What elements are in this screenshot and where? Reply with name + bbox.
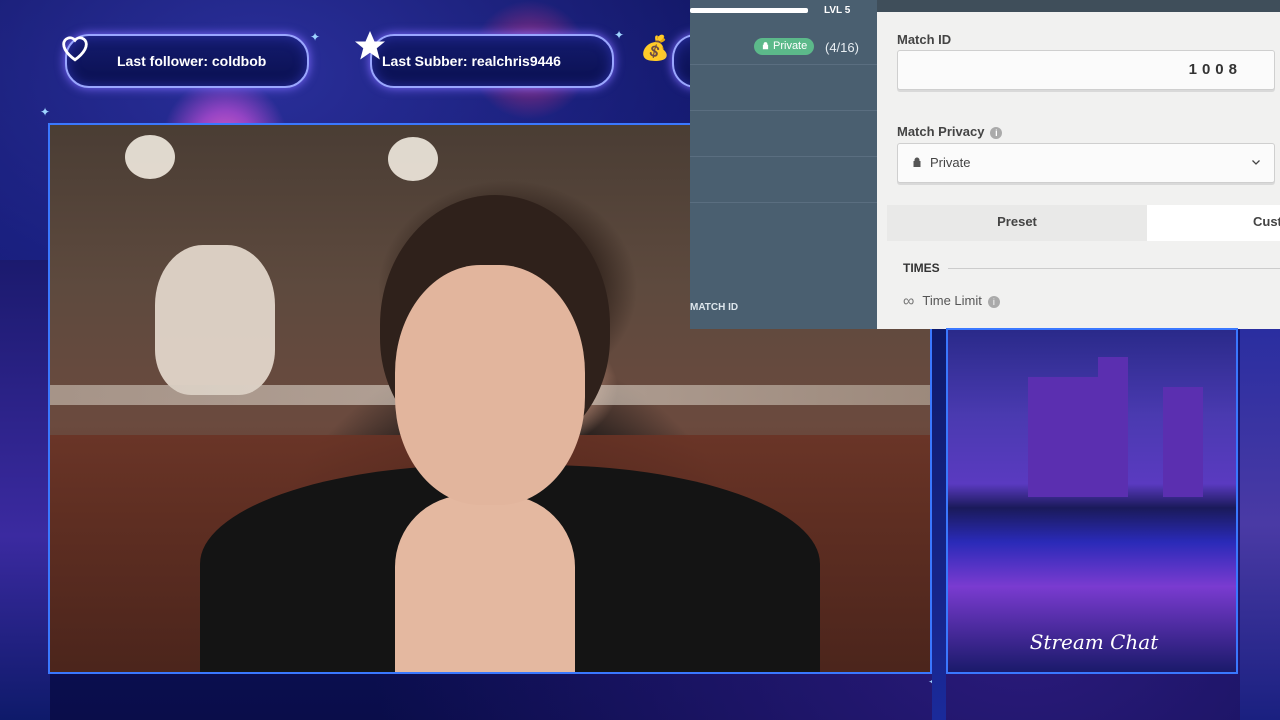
last-subber-banner: Last Subber: realchris9446 (370, 34, 614, 88)
last-subber-text: Last Subber: realchris9446 (382, 53, 561, 69)
star-icon (355, 31, 385, 60)
preset-tabs: Preset Cust (887, 205, 1280, 241)
streamer-chest (395, 495, 575, 672)
game-settings-panel: LVL 5 Private (4/16) MATCH ID Match ID 1… (690, 0, 1280, 329)
times-section-heading: TIMES (903, 261, 940, 275)
match-privacy-label-text: Match Privacy (897, 124, 985, 139)
lobby-row[interactable] (690, 156, 877, 203)
city-backdrop-left (0, 260, 50, 720)
private-badge-label: Private (773, 40, 808, 52)
stream-chat-title: Stream Chat (1029, 630, 1159, 654)
match-privacy-value: Private (930, 155, 971, 170)
level-label: LVL 5 (824, 5, 851, 16)
lobby-row[interactable] (690, 64, 877, 111)
private-badge: Private (754, 38, 815, 55)
match-id-column-label: MATCH ID (690, 302, 739, 313)
lobby-row[interactable] (690, 110, 877, 157)
match-id-field[interactable]: 1008 (897, 50, 1275, 90)
last-follower-text: Last follower: coldbob (117, 53, 267, 69)
info-icon[interactable]: i (987, 295, 1000, 308)
skyline-building (1163, 387, 1203, 497)
match-privacy-select[interactable]: Private (897, 143, 1275, 183)
match-id-value: 1008 (1188, 61, 1242, 78)
section-divider (948, 268, 1280, 269)
moneybag-icon: 💰 (640, 35, 670, 62)
last-follower-banner: Last follower: coldbob (65, 34, 309, 88)
lobby-list: LVL 5 Private (4/16) MATCH ID (690, 0, 877, 329)
panel-topbar (877, 0, 1280, 12)
vase (155, 245, 275, 395)
match-privacy-label: Match Privacy i (897, 124, 1003, 139)
lock-icon (762, 42, 769, 50)
city-backdrop-right (1240, 329, 1280, 720)
skyline-building (1098, 357, 1128, 497)
match-id-label: Match ID (897, 32, 952, 47)
skyline-building (1028, 377, 1098, 497)
streamer-face (395, 265, 585, 505)
stream-chat-box: Stream Chat (946, 328, 1238, 674)
time-limit-label: Time Limit (922, 293, 982, 308)
lobby-player-count: (4/16) (825, 40, 859, 55)
lock-icon (913, 157, 921, 167)
tab-preset[interactable]: Preset (887, 205, 1147, 241)
city-backdrop-strip (932, 329, 946, 720)
pendant-lamp (388, 137, 438, 181)
infinity-icon: ∞ (903, 293, 915, 310)
sparkle-icon: ✦ (40, 105, 51, 119)
time-limit-row[interactable]: ∞ Time Limit i (903, 293, 1000, 311)
chevron-down-icon (1252, 160, 1260, 165)
tab-custom[interactable]: Cust (1147, 205, 1280, 241)
sparkle-icon: ✦ (310, 30, 321, 44)
heart-icon (62, 36, 88, 62)
pendant-lamp (125, 135, 175, 179)
xp-progress-bar (690, 8, 808, 13)
sparkle-icon: ✦ (614, 28, 625, 42)
info-icon[interactable]: i (990, 126, 1003, 139)
